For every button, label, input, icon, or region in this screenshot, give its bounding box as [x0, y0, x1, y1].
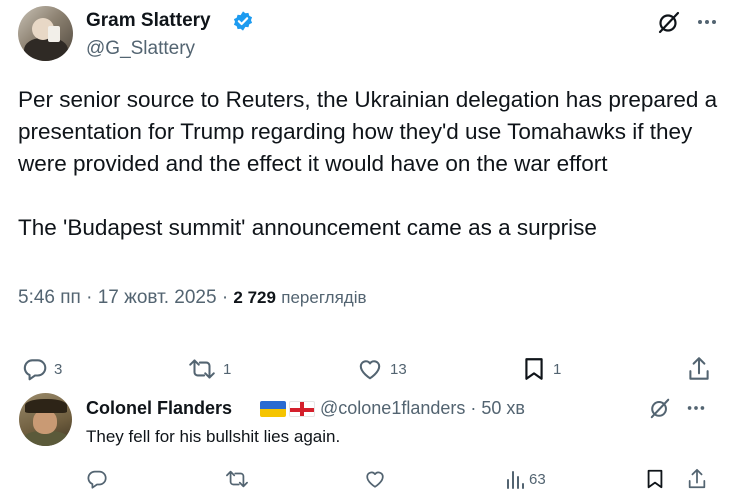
reply-button[interactable]: 3: [22, 356, 62, 382]
repost-button[interactable]: 1: [187, 356, 231, 382]
england-flag-icon: [289, 401, 315, 417]
views-count: 2 729: [233, 288, 276, 307]
tweet-time[interactable]: 5:46 пп: [18, 287, 81, 308]
bookmark-button[interactable]: 1: [521, 356, 561, 382]
meta-separator: ·: [86, 287, 93, 308]
views-label: переглядів: [281, 288, 367, 307]
ukraine-flag-icon: [260, 401, 286, 417]
reply-icon: [87, 470, 107, 489]
author-handle[interactable]: @G_Slattery: [86, 38, 195, 60]
share-icon: [688, 468, 706, 489]
author-avatar[interactable]: [18, 6, 73, 61]
share-button[interactable]: [686, 355, 712, 383]
reply-author-avatar[interactable]: [19, 393, 72, 446]
reply-count: 3: [54, 360, 63, 378]
share-icon: [689, 357, 709, 380]
repost-icon: [189, 359, 215, 379]
reply-repost-button[interactable]: [224, 468, 250, 490]
tweet-date[interactable]: 17 жовт. 2025: [98, 287, 217, 308]
reply-author-handle[interactable]: @colone1flanders: [320, 398, 465, 418]
reply-more-icon[interactable]: [685, 397, 707, 419]
bookmark-icon: [647, 469, 663, 489]
author-name[interactable]: Gram Slattery: [86, 10, 211, 32]
tweet-text: Per senior source to Reuters, the Ukrain…: [18, 87, 718, 240]
views-icon: [507, 471, 524, 489]
reply-like-button[interactable]: [363, 468, 387, 490]
meta-separator: ·: [221, 287, 229, 308]
like-icon: [359, 360, 381, 380]
more-icon[interactable]: [695, 10, 719, 34]
reply-bookmark-button[interactable]: [644, 468, 666, 490]
like-icon: [366, 471, 384, 488]
reply-views-count: 63: [529, 470, 546, 488]
reply-time[interactable]: 50 хв: [481, 398, 525, 418]
bookmark-icon: [525, 358, 543, 380]
reply-grok-icon[interactable]: [649, 397, 671, 419]
meta-separator: ·: [470, 398, 477, 418]
like-count: 13: [390, 360, 407, 378]
bookmark-count: 1: [553, 360, 562, 378]
reply-reply-button[interactable]: [86, 468, 108, 490]
tweet-meta: 5:46 пп · 17 жовт. 2025 · 2 729 перегляд…: [18, 287, 367, 309]
grok-icon[interactable]: [657, 10, 681, 34]
reply-views-button[interactable]: 63: [505, 468, 546, 490]
verified-badge-icon: [233, 11, 253, 31]
repost-count: 1: [223, 360, 232, 378]
reply-author-meta: @colone1flanders · 50 хв: [320, 398, 525, 419]
reply-author-name[interactable]: Colonel Flanders: [86, 398, 232, 419]
reply-text: They fell for his bullshit lies again.: [86, 427, 341, 446]
reply-share-button[interactable]: [686, 467, 708, 491]
reply-icon: [23, 359, 47, 381]
like-button[interactable]: 13: [356, 356, 407, 382]
repost-icon: [226, 470, 248, 488]
